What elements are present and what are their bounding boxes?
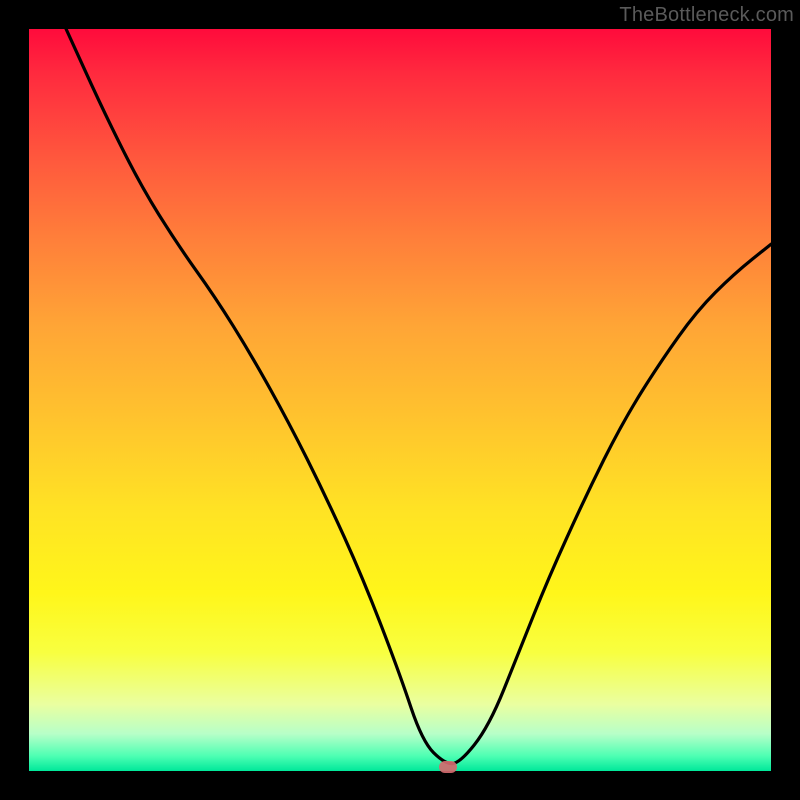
optimal-point-marker	[439, 761, 457, 773]
watermark-label: TheBottleneck.com	[619, 4, 794, 27]
bottleneck-curve	[29, 29, 771, 771]
